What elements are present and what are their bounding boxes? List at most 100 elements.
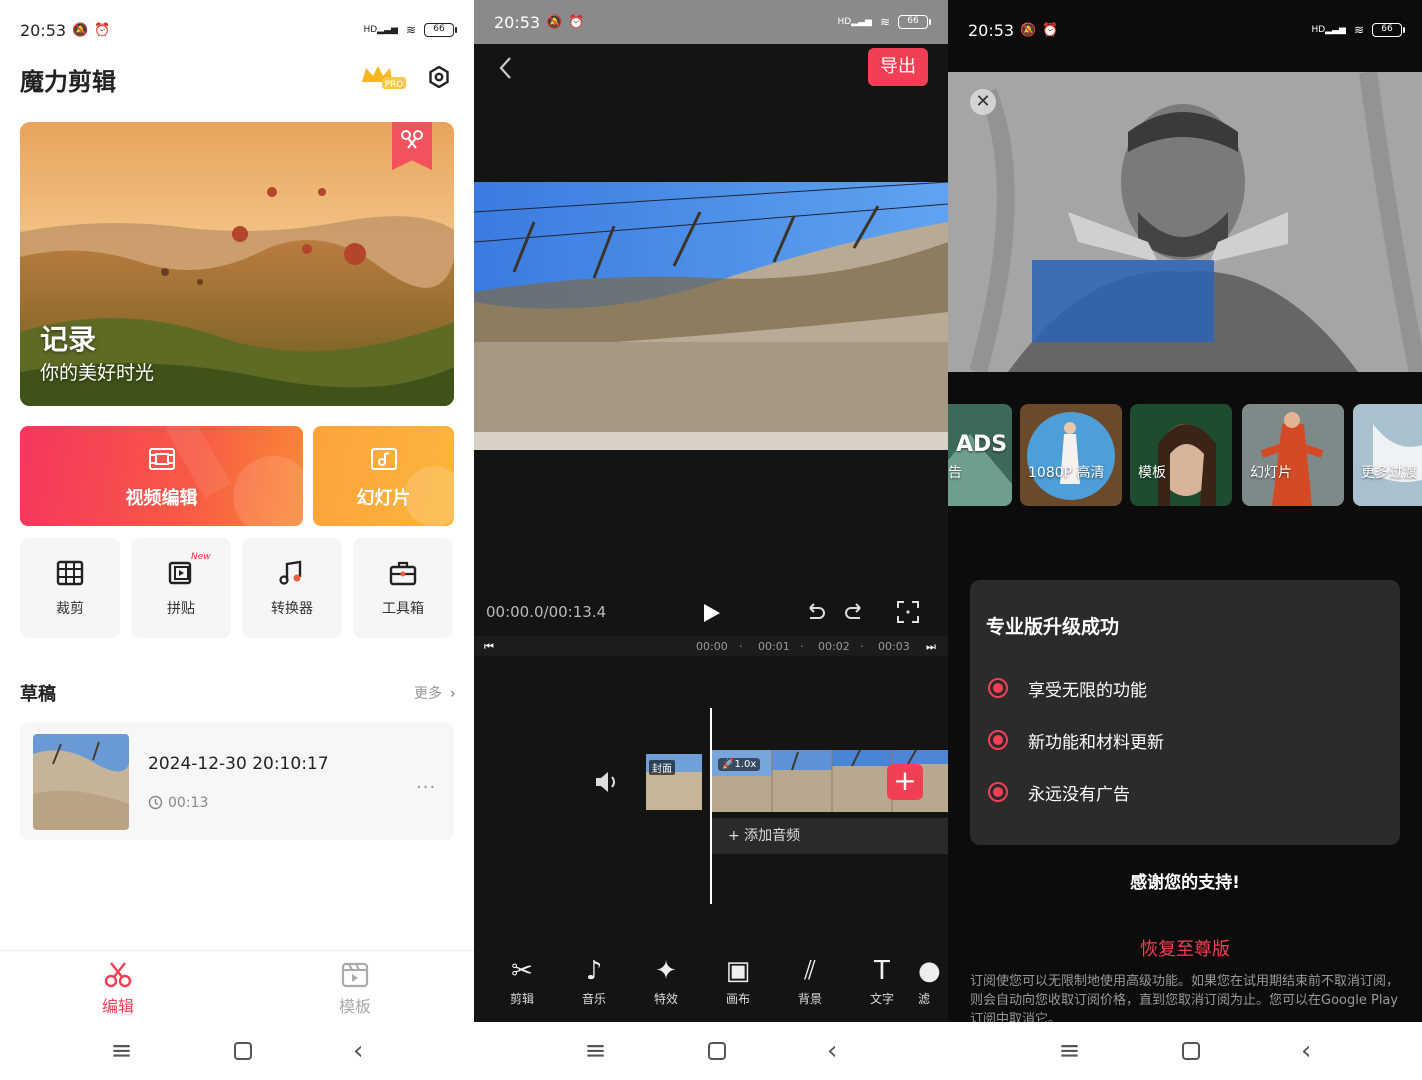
tool-background[interactable]: ⫽ 背景 (774, 952, 846, 1007)
crop-icon (56, 560, 84, 586)
more-options-icon[interactable]: ... (416, 772, 436, 793)
benefit-item: 永远没有广告 (988, 780, 1130, 805)
hero-title: 记录 (40, 323, 97, 356)
feature-1080p-label: 1080P 高清 (1028, 465, 1105, 481)
collage-label: 拼贴 (167, 601, 195, 617)
tool-text[interactable]: T 文字 (846, 952, 918, 1007)
feature-more-transitions-label: 更多过渡 (1361, 465, 1417, 481)
slideshow-music-icon (370, 448, 397, 470)
collage-tool-button[interactable]: New 拼贴 (131, 538, 231, 638)
hero-banner[interactable]: 记录 你的美好时光 (20, 122, 454, 406)
converter-tool-button[interactable]: 转换器 (242, 538, 342, 638)
tool-effects[interactable]: ✦ 特效 (630, 952, 702, 1007)
redo-icon[interactable] (844, 600, 866, 622)
upgrade-success-card: 专业版升级成功 享受无限的功能 新功能和材料更新 永远没有广告 (970, 580, 1400, 845)
toolbox-label: 工具箱 (382, 601, 424, 617)
benefit-label: 永远没有广告 (1028, 784, 1130, 805)
battery-icon: 66 (898, 15, 931, 29)
wifi-icon: ≋ (1353, 23, 1364, 37)
converter-label: 转换器 (271, 601, 313, 617)
tool-canvas-label: 画布 (725, 992, 750, 1006)
filter-icon: ● (918, 956, 941, 986)
mute-icon: 🔕 (1020, 22, 1037, 38)
playhead[interactable] (710, 708, 712, 904)
signal-icon: HD▂▃▅ (1311, 25, 1346, 35)
restore-premium-link[interactable]: 恢复至尊版 (948, 935, 1422, 961)
cover-thumbnail[interactable]: 封面 (646, 754, 702, 810)
battery-icon: 66 (1372, 23, 1405, 37)
home-icon[interactable] (707, 1042, 726, 1060)
draft-thumbnail (33, 734, 129, 830)
back-icon[interactable]: ‹ (827, 1036, 837, 1066)
tab-template[interactable]: 模板 (315, 961, 395, 1017)
template-icon (341, 962, 369, 988)
feature-templates-label: 模板 (1138, 465, 1166, 481)
back-icon[interactable]: ‹ (1301, 1036, 1311, 1066)
export-button[interactable]: 导出 (868, 48, 928, 86)
back-arrow-icon[interactable] (498, 56, 514, 80)
bottom-tab-bar: 编辑 模板 (0, 950, 474, 1022)
draft-item[interactable]: 2024-12-30 20:10:17 00:13 ... (20, 722, 454, 840)
home-icon[interactable] (1181, 1042, 1200, 1060)
benefit-item: 新功能和材料更新 (988, 728, 1164, 753)
scissors-icon: ✂ (511, 956, 533, 986)
tool-filter[interactable]: ● 滤 (918, 952, 948, 1007)
background-icon: ⫽ (804, 956, 816, 986)
tab-template-label: 模板 (338, 997, 371, 1016)
editor-screen: 20:53 🔕 ⏰ HD▂▃▅ ≋ 66 导出 00:00.0/00:13.4 (474, 0, 948, 1080)
tool-text-label: 文字 (869, 992, 894, 1006)
subscription-fine-print: 订阅使您可以无限制地使用高级功能。如果您在试用期结束前不取消订阅，则会自动向您收… (970, 974, 1400, 1022)
menu-icon[interactable]: ≡ (111, 1036, 133, 1066)
timecode: 00:00.0/00:13.4 (486, 603, 607, 621)
radio-dot-icon (988, 678, 1008, 698)
text-icon: T (874, 956, 890, 986)
add-clip-button[interactable]: + (887, 764, 923, 800)
ruler-tick: 00:01 (758, 640, 790, 653)
play-icon[interactable] (702, 602, 722, 624)
skip-start-icon[interactable]: ⏮ (484, 640, 494, 654)
tool-cut-label: 剪辑 (509, 992, 534, 1006)
new-badge: New (191, 552, 211, 562)
add-audio-button[interactable]: + 添加音频 (712, 818, 948, 854)
tool-canvas[interactable]: ▣ 画布 (702, 952, 774, 1007)
video-preview[interactable] (474, 182, 948, 450)
tool-effects-label: 特效 (653, 992, 678, 1006)
home-screen: 20:53 🔕 ⏰ HD▂▃▅ ≋ 66 魔力剪辑 PRO 记录 你的美好时光 … (0, 0, 474, 1080)
back-icon[interactable]: ‹ (353, 1036, 363, 1066)
fullscreen-icon[interactable] (896, 600, 920, 624)
more-drafts-link[interactable]: 更多 › (414, 683, 456, 703)
close-icon[interactable]: ✕ (970, 89, 996, 115)
status-time: 20:53 (968, 20, 1015, 40)
tab-edit[interactable]: 编辑 (78, 961, 158, 1017)
pro-crown-button[interactable]: PRO (360, 64, 406, 90)
signal-icon: HD▂▃▅ (837, 17, 872, 27)
upgrade-screen: 20:53 🔕 ⏰ HD▂▃▅ ≋ 66 ✕ ADS 告 1080P 高清 模板… (948, 0, 1422, 1080)
tool-music[interactable]: ♪ 音乐 (558, 952, 630, 1007)
settings-gear-icon[interactable] (428, 65, 450, 89)
toolbox-tool-button[interactable]: 工具箱 (353, 538, 453, 638)
slideshow-button[interactable]: 幻灯片 (313, 426, 454, 526)
mute-icon: 🔕 (72, 22, 89, 38)
editor-top-bar: 导出 (474, 44, 948, 94)
home-icon[interactable] (233, 1042, 252, 1060)
tool-cut[interactable]: ✂ 剪辑 (486, 952, 558, 1007)
video-edit-button[interactable]: 视频编辑 (20, 426, 303, 526)
hero-subtitle: 你的美好时光 (40, 362, 155, 384)
drafts-title: 草稿 (20, 684, 56, 705)
collage-icon (168, 561, 192, 585)
tool-filter-label: 滤 (918, 992, 931, 1006)
undo-icon[interactable] (804, 600, 826, 622)
status-bar: 20:53 🔕 ⏰ HD▂▃▅ ≋ 66 (948, 0, 1422, 60)
crop-tool-button[interactable]: 裁剪 (20, 538, 120, 638)
ruler-tick: 00:00 (696, 640, 728, 653)
chevron-right-icon: › (450, 686, 456, 702)
timeline-ruler: ⏮ 00:00 · 00:01 · 00:02 · 00:03 ⏭ (474, 636, 948, 656)
svg-text:PRO: PRO (385, 80, 404, 90)
menu-icon[interactable]: ≡ (585, 1036, 607, 1066)
card-title: 专业版升级成功 (986, 616, 1120, 638)
status-time: 20:53 (20, 20, 67, 40)
tool-music-label: 音乐 (581, 992, 606, 1006)
menu-icon[interactable]: ≡ (1059, 1036, 1081, 1066)
volume-icon[interactable] (594, 770, 620, 794)
skip-end-icon[interactable]: ⏭ (926, 640, 936, 654)
